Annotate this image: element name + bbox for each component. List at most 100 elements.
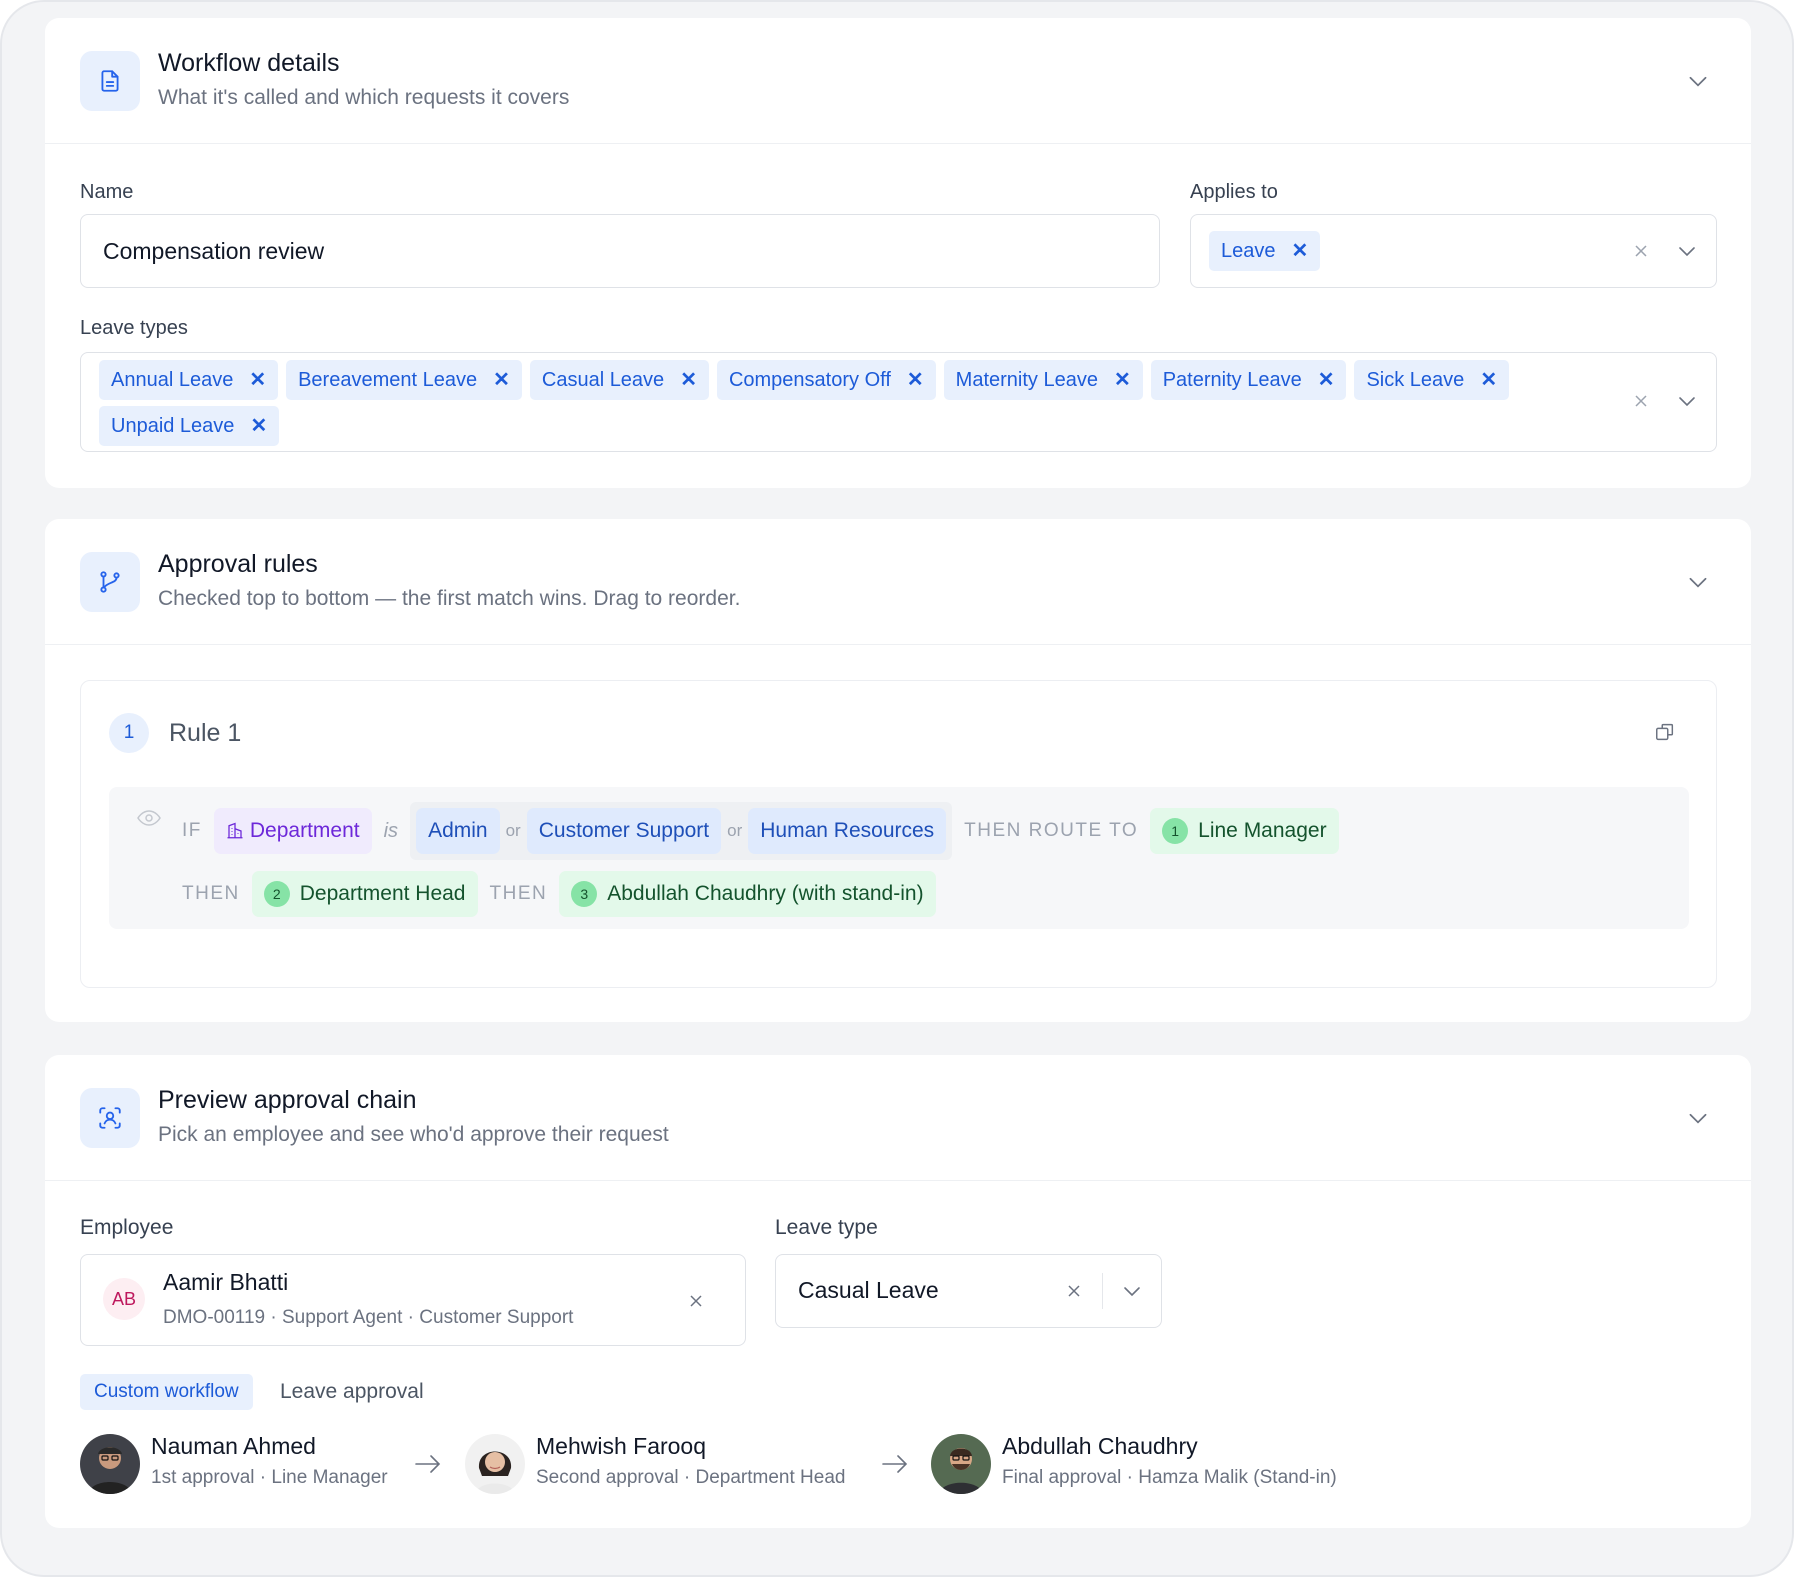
name-label: Name [80, 181, 134, 203]
route-chip-abdullah-chaudhry[interactable]: 3 Abdullah Chaudhry (with stand-in) [559, 871, 936, 917]
avatar [80, 1434, 140, 1494]
step-number: 2 [263, 881, 290, 907]
rule-line-2: THEN 2 Department Head THEN 3 Abdullah C… [182, 871, 936, 917]
section-subtitle: Checked top to bottom — the first match … [158, 587, 741, 610]
chevron-down-icon[interactable] [1685, 68, 1711, 94]
section-title: Preview approval chain [158, 1086, 417, 1114]
duplicate-icon[interactable] [1654, 721, 1676, 743]
approver-name: Nauman Ahmed [151, 1433, 316, 1459]
avatar: AB [103, 1278, 145, 1320]
or-keyword: or [505, 821, 521, 840]
arrow-right-icon [882, 1455, 908, 1473]
rule-card[interactable]: 1 Rule 1 IF Department is Admin or Custo… [80, 680, 1717, 988]
value-chip[interactable]: Admin [416, 808, 500, 854]
clear-icon[interactable] [1066, 1283, 1082, 1299]
or-keyword: or [727, 821, 743, 840]
eye-icon[interactable] [137, 809, 161, 827]
preview-header[interactable]: Preview approval chain Pick an employee … [45, 1055, 1751, 1181]
workflow-details-card: Workflow details What it's called and wh… [45, 18, 1751, 488]
clear-icon[interactable] [688, 1293, 704, 1309]
tag-paternity-leave: Paternity Leave ✕ [1150, 360, 1347, 400]
avatar [931, 1434, 991, 1494]
tag-leave: Leave ✕ [1209, 231, 1321, 271]
tag-compensatory-off: Compensatory Off ✕ [716, 360, 936, 400]
values-group: Admin or Customer Support or Human Resou… [410, 802, 953, 860]
preview-card: Preview approval chain Pick an employee … [45, 1055, 1751, 1528]
operator-text: is [383, 819, 399, 842]
chevron-down-icon[interactable] [1675, 389, 1699, 413]
remove-tag-icon[interactable]: ✕ [1292, 241, 1309, 261]
workflow-name: Leave approval [280, 1380, 424, 1403]
approval-rules-header[interactable]: Approval rules Checked top to bottom — t… [45, 519, 1751, 645]
leave-type-select[interactable]: Casual Leave [775, 1254, 1162, 1328]
chevron-down-icon[interactable] [1675, 239, 1699, 263]
remove-tag-icon[interactable]: ✕ [1480, 370, 1497, 390]
leave-types-tags: Annual Leave ✕ Bereavement Leave ✕ Casual … [99, 360, 1539, 452]
leave-types-select[interactable]: Annual Leave ✕ Bereavement Leave ✕ Casual … [80, 352, 1717, 452]
approver-role: Second approval · Department Head [536, 1467, 846, 1488]
leave-type-label: Leave type [775, 1216, 878, 1239]
clear-icon[interactable] [1633, 393, 1649, 409]
then-keyword: THEN [182, 883, 240, 904]
approver-role: 1st approval · Line Manager [151, 1467, 388, 1488]
employee-select[interactable]: AB Aamir Bhatti DMO-00119 · Support Agen… [80, 1254, 746, 1346]
if-keyword: IF [182, 820, 202, 841]
tag-casual-leave: Casual Leave ✕ [529, 360, 709, 400]
step-number: 3 [571, 881, 598, 907]
chevron-down-icon[interactable] [1685, 569, 1711, 595]
applies-to-select[interactable]: Leave ✕ [1190, 214, 1717, 288]
section-title: Workflow details [158, 49, 340, 77]
name-field[interactable]: Compensation review [80, 214, 1160, 288]
remove-tag-icon[interactable]: ✕ [250, 416, 267, 436]
route-chip-line-manager[interactable]: 1 Line Manager [1150, 808, 1339, 854]
remove-tag-icon[interactable]: ✕ [493, 370, 510, 390]
remove-tag-icon[interactable]: ✕ [249, 370, 266, 390]
building-icon [227, 822, 243, 839]
leave-types-label: Leave types [80, 317, 188, 339]
leave-type-value: Casual Leave [798, 1277, 939, 1303]
name-value: Compensation review [103, 238, 325, 264]
approver-role: Final approval · Hamza Malik (Stand-in) [1002, 1467, 1337, 1488]
user-scan-icon [80, 1088, 140, 1148]
value-chip[interactable]: Customer Support [526, 808, 722, 854]
avatar [465, 1434, 525, 1494]
clear-icon[interactable] [1633, 243, 1649, 259]
applies-to-tags: Leave ✕ [1209, 231, 1328, 277]
divider [1102, 1273, 1103, 1309]
applies-to-label: Applies to [1190, 181, 1278, 203]
app-frame: Workflow details What it's called and wh… [0, 0, 1794, 1577]
rule-number-badge: 1 [109, 713, 149, 753]
then-route-keyword: THEN ROUTE TO [964, 820, 1139, 841]
then-keyword: THEN [489, 883, 548, 904]
tag-maternity-leave: Maternity Leave ✕ [943, 360, 1143, 400]
rule-condition-area: IF Department is Admin or Customer Suppo… [109, 787, 1689, 929]
employee-name: Aamir Bhatti [163, 1269, 289, 1295]
tag-bereavement-leave: Bereavement Leave ✕ [286, 360, 522, 400]
value-chip[interactable]: Human Resources [748, 808, 947, 854]
approver-name: Mehwish Farooq [536, 1433, 707, 1459]
field-chip-department[interactable]: Department [213, 808, 372, 854]
custom-workflow-badge: Custom workflow [80, 1374, 253, 1410]
remove-tag-icon[interactable]: ✕ [1318, 370, 1335, 390]
rule-line-1: IF Department is Admin or Customer Suppo… [182, 802, 1339, 860]
remove-tag-icon[interactable]: ✕ [680, 370, 697, 390]
tag-unpaid-leave: Unpaid Leave ✕ [99, 406, 280, 446]
chevron-down-icon[interactable] [1120, 1279, 1144, 1303]
section-subtitle: Pick an employee and see who'd approve t… [158, 1123, 669, 1146]
document-icon [80, 51, 140, 111]
arrow-right-icon [415, 1455, 441, 1473]
workflow-details-header[interactable]: Workflow details What it's called and wh… [45, 18, 1751, 144]
section-title: Approval rules [158, 550, 318, 578]
tag-sick-leave: Sick Leave ✕ [1354, 360, 1510, 400]
employee-label: Employee [80, 1216, 174, 1239]
remove-tag-icon[interactable]: ✕ [907, 370, 924, 390]
rule-title: Rule 1 [169, 719, 242, 747]
approver-name: Abdullah Chaudhry [1002, 1433, 1198, 1459]
section-subtitle: What it's called and which requests it c… [158, 86, 570, 109]
route-chip-department-head[interactable]: 2 Department Head [251, 871, 478, 917]
step-number: 1 [1162, 818, 1189, 844]
chevron-down-icon[interactable] [1685, 1105, 1711, 1131]
git-branch-icon [80, 552, 140, 612]
approval-rules-card: Approval rules Checked top to bottom — t… [45, 519, 1751, 1022]
remove-tag-icon[interactable]: ✕ [1114, 370, 1131, 390]
